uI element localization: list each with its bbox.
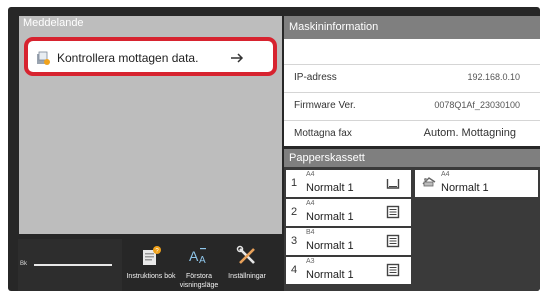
paper-tray-panel: Papperskassett 1 A4 Normalt 1 2 A4 Norma…	[284, 149, 540, 291]
message-panel-title: Meddelande	[23, 17, 84, 29]
bypass-tray-icon	[422, 177, 436, 187]
toner-label: Bk	[20, 261, 28, 267]
manual-book-icon: ?	[143, 246, 161, 265]
fax-document-icon	[37, 51, 50, 65]
svg-text:A: A	[189, 248, 199, 264]
info-label: Firmware Ver.	[294, 100, 356, 111]
tray-paper-type: Normalt 1	[306, 240, 354, 252]
control-panel-screen: Meddelande Kontrollera mottagen data. Bk…	[8, 7, 540, 291]
info-row-received-fax: Mottagna fax Autom. Mottagning	[284, 120, 540, 146]
tray-number: 4	[291, 264, 298, 276]
info-value: 0078Q1Af_23030100	[434, 100, 520, 110]
tray-full-icon	[386, 234, 400, 248]
tray-3[interactable]: 3 B4 Normalt 1	[286, 228, 411, 255]
enlarge-display-button[interactable]: A A Förstora visningsläge	[175, 239, 223, 291]
toner-indicator: Bk	[18, 239, 122, 291]
tray-paper-type: Normalt 1	[306, 211, 354, 223]
tray-empty-icon	[386, 179, 400, 189]
tray-number: 2	[291, 206, 298, 218]
info-label: Mottagna fax	[294, 128, 352, 139]
bypass-paper-size: A4	[441, 171, 450, 178]
info-label: IP-adress	[294, 72, 337, 83]
paper-tray-title: Papperskassett	[284, 149, 540, 167]
tray-paper-size: B4	[306, 229, 315, 236]
svg-text:A: A	[199, 255, 206, 266]
tray-paper-size: A4	[306, 200, 315, 207]
message-item-check-received-data[interactable]: Kontrollera mottagen data.	[24, 37, 277, 76]
tray-number: 1	[291, 177, 298, 189]
arrow-right-icon	[231, 53, 244, 63]
info-value: Autom. Mottagning	[423, 127, 516, 139]
message-panel: Meddelande Kontrollera mottagen data.	[19, 16, 282, 234]
machine-info-title: Maskininformation	[284, 16, 540, 39]
bypass-tray[interactable]: A4 Normalt 1	[415, 170, 538, 197]
toner-level-bar	[34, 264, 112, 266]
settings-tools-icon	[236, 245, 255, 264]
tray-4[interactable]: 4 A3 Normalt 1	[286, 257, 411, 284]
message-item-text: Kontrollera mottagen data.	[57, 51, 199, 65]
info-row-ip-address: IP-adress 192.168.0.10	[284, 64, 540, 90]
settings-button[interactable]: Inställningar	[223, 239, 271, 291]
tray-paper-size: A3	[306, 258, 315, 265]
tray-paper-size: A4	[306, 171, 315, 178]
tray-paper-type: Normalt 1	[306, 182, 354, 194]
info-row-firmware: Firmware Ver. 0078Q1Af_23030100	[284, 92, 540, 118]
tray-paper-type: Normalt 1	[306, 269, 354, 281]
settings-button-label: Inställningar	[228, 273, 266, 280]
manual-button[interactable]: ? Instruktions bok	[126, 239, 176, 291]
tray-number: 3	[291, 235, 298, 247]
tray-1[interactable]: 1 A4 Normalt 1	[286, 170, 411, 197]
bypass-paper-type: Normalt 1	[441, 182, 489, 194]
tray-full-icon	[386, 205, 400, 219]
info-value: 192.168.0.10	[467, 72, 520, 82]
tray-full-icon	[386, 263, 400, 277]
font-enlarge-icon: A A	[189, 248, 206, 266]
machine-info-panel: Maskininformation IP-adress 192.168.0.10…	[284, 16, 540, 146]
tray-2[interactable]: 2 A4 Normalt 1	[286, 199, 411, 226]
